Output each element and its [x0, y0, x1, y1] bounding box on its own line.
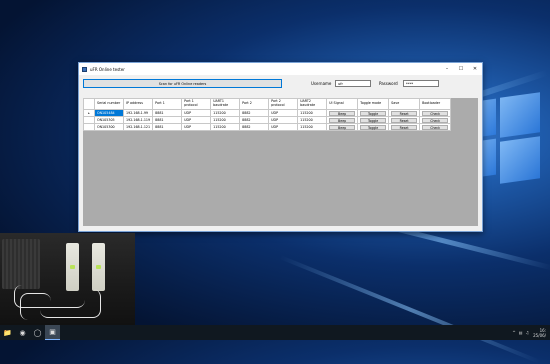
password-label: Password [379, 81, 398, 86]
router-device [2, 239, 40, 289]
clock-date: 25/06/ [533, 332, 546, 338]
cell-proto1[interactable]: UDP [181, 109, 212, 117]
username-label: Username [311, 81, 332, 86]
volume-icon[interactable]: ♫ [526, 330, 530, 335]
obs-icon[interactable]: ◯ [30, 325, 45, 340]
reset-button[interactable]: Reset [391, 110, 418, 116]
reset-button[interactable]: Reset [391, 117, 418, 123]
cell-serial[interactable]: ON105484 [94, 109, 124, 117]
network-icon[interactable]: ▤ [519, 330, 523, 335]
tray-chevron-icon[interactable]: ^ [512, 330, 515, 335]
col-port2-protocol[interactable]: Port 2 protocol [268, 98, 299, 110]
cell-proto1[interactable]: UDP [181, 116, 212, 124]
cell-proto2[interactable]: UDP [268, 123, 299, 131]
toolbar: Scan for uFR Online readers Username ufr… [79, 75, 482, 97]
beep-button[interactable]: Beep [329, 117, 356, 123]
cell-baud1[interactable]: 115200 [210, 123, 241, 131]
app-window: uFR Online tester – ☐ ✕ Scan for uFR Onl… [78, 62, 483, 232]
col-toggle-mode[interactable]: Toggle mode [357, 98, 390, 110]
cell-port2[interactable]: 8882 [239, 109, 270, 117]
cell-port2[interactable]: 8882 [239, 116, 270, 124]
readers-grid: Serial number IP address Port 1 Port 1 p… [83, 98, 478, 226]
cell-baud2[interactable]: 115200 [297, 116, 328, 124]
chrome-icon[interactable]: ◉ [15, 325, 30, 340]
wallpaper-beam [279, 255, 541, 364]
row-header-corner [83, 98, 95, 110]
minimize-button[interactable]: – [440, 63, 454, 75]
cell-port1[interactable]: 8881 [152, 109, 183, 117]
readers-table: Serial number IP address Port 1 Port 1 p… [83, 98, 452, 131]
toggle-button[interactable]: Toggle [360, 117, 387, 123]
cell-port2[interactable]: 8882 [239, 123, 270, 131]
clock[interactable]: 16: 25/06/ [533, 328, 546, 338]
reader-device-right [92, 243, 105, 291]
taskbar: 📁 ◉ ◯ ▣ ^ ▤ ♫ 16: 25/06/ [0, 325, 550, 340]
col-port1[interactable]: Port 1 [152, 98, 183, 110]
cell-port1[interactable]: 8881 [152, 116, 183, 124]
beep-button[interactable]: Beep [329, 124, 356, 130]
webcam-overlay [0, 233, 135, 325]
toggle-button[interactable]: Toggle [360, 110, 387, 116]
cell-proto2[interactable]: UDP [268, 109, 299, 117]
table-header-row: Serial number IP address Port 1 Port 1 p… [83, 98, 452, 110]
status-led [96, 265, 101, 269]
usb-cable [20, 293, 51, 320]
row-marker[interactable] [83, 123, 95, 131]
col-port2[interactable]: Port 2 [239, 98, 270, 110]
app-icon [82, 66, 87, 72]
username-field[interactable]: ufr [335, 80, 371, 87]
scan-readers-button[interactable]: Scan for uFR Online readers [83, 79, 282, 88]
toggle-button[interactable]: Toggle [360, 124, 387, 130]
check-button[interactable]: Check [422, 110, 449, 116]
title-bar[interactable]: uFR Online tester – ☐ ✕ [79, 63, 482, 75]
table-row[interactable]: ON105305 192.168.1.119 8881 UDP 115200 8… [83, 116, 452, 124]
col-serial-number[interactable]: Serial number [94, 98, 124, 110]
cell-proto2[interactable]: UDP [268, 116, 299, 124]
maximize-button[interactable]: ☐ [454, 63, 468, 75]
folder-icon[interactable]: 📁 [0, 325, 15, 340]
col-port1-protocol[interactable]: Port 1 protocol [181, 98, 212, 110]
row-marker[interactable]: ▸ [83, 109, 95, 117]
cell-serial[interactable]: ON105300 [94, 123, 124, 131]
table-row[interactable]: ▸ ON105484 192.168.1.99 8881 UDP 115200 … [83, 109, 452, 117]
cell-baud1[interactable]: 115200 [210, 109, 241, 117]
table-row[interactable]: ON105300 192.168.1.121 8881 UDP 115200 8… [83, 123, 452, 131]
cell-ip[interactable]: 192.168.1.119 [122, 116, 154, 124]
check-button[interactable]: Check [422, 124, 449, 130]
system-tray: ^ ▤ ♫ 16: 25/06/ [512, 328, 550, 338]
check-button[interactable]: Check [422, 117, 449, 123]
cell-ip[interactable]: 192.168.1.121 [122, 123, 154, 131]
beep-button[interactable]: Beep [329, 110, 356, 116]
col-save[interactable]: Save [388, 98, 421, 110]
reader-device-left [66, 243, 79, 291]
cell-serial[interactable]: ON105305 [94, 116, 124, 124]
col-uart2-baudrate[interactable]: UART2 baudrate [297, 98, 328, 110]
cell-baud2[interactable]: 115200 [297, 123, 328, 131]
col-bootloader[interactable]: Bootloader [419, 98, 452, 110]
password-field[interactable]: **** [403, 80, 439, 87]
cell-port1[interactable]: 8881 [152, 123, 183, 131]
close-button[interactable]: ✕ [468, 63, 482, 75]
status-led [70, 265, 75, 269]
col-ip-address[interactable]: IP address [122, 98, 154, 110]
col-ui-signal[interactable]: UI Signal [326, 98, 359, 110]
cell-baud2[interactable]: 115200 [297, 109, 328, 117]
window-title: uFR Online tester [90, 66, 125, 72]
cell-ip[interactable]: 192.168.1.99 [122, 109, 154, 117]
col-uart1-baudrate[interactable]: UART1 baudrate [210, 98, 241, 110]
cell-baud1[interactable]: 115200 [210, 116, 241, 124]
cell-proto1[interactable]: UDP [181, 123, 212, 131]
app-taskbar-icon[interactable]: ▣ [45, 325, 60, 340]
row-marker[interactable] [83, 116, 95, 124]
reset-button[interactable]: Reset [391, 124, 418, 130]
